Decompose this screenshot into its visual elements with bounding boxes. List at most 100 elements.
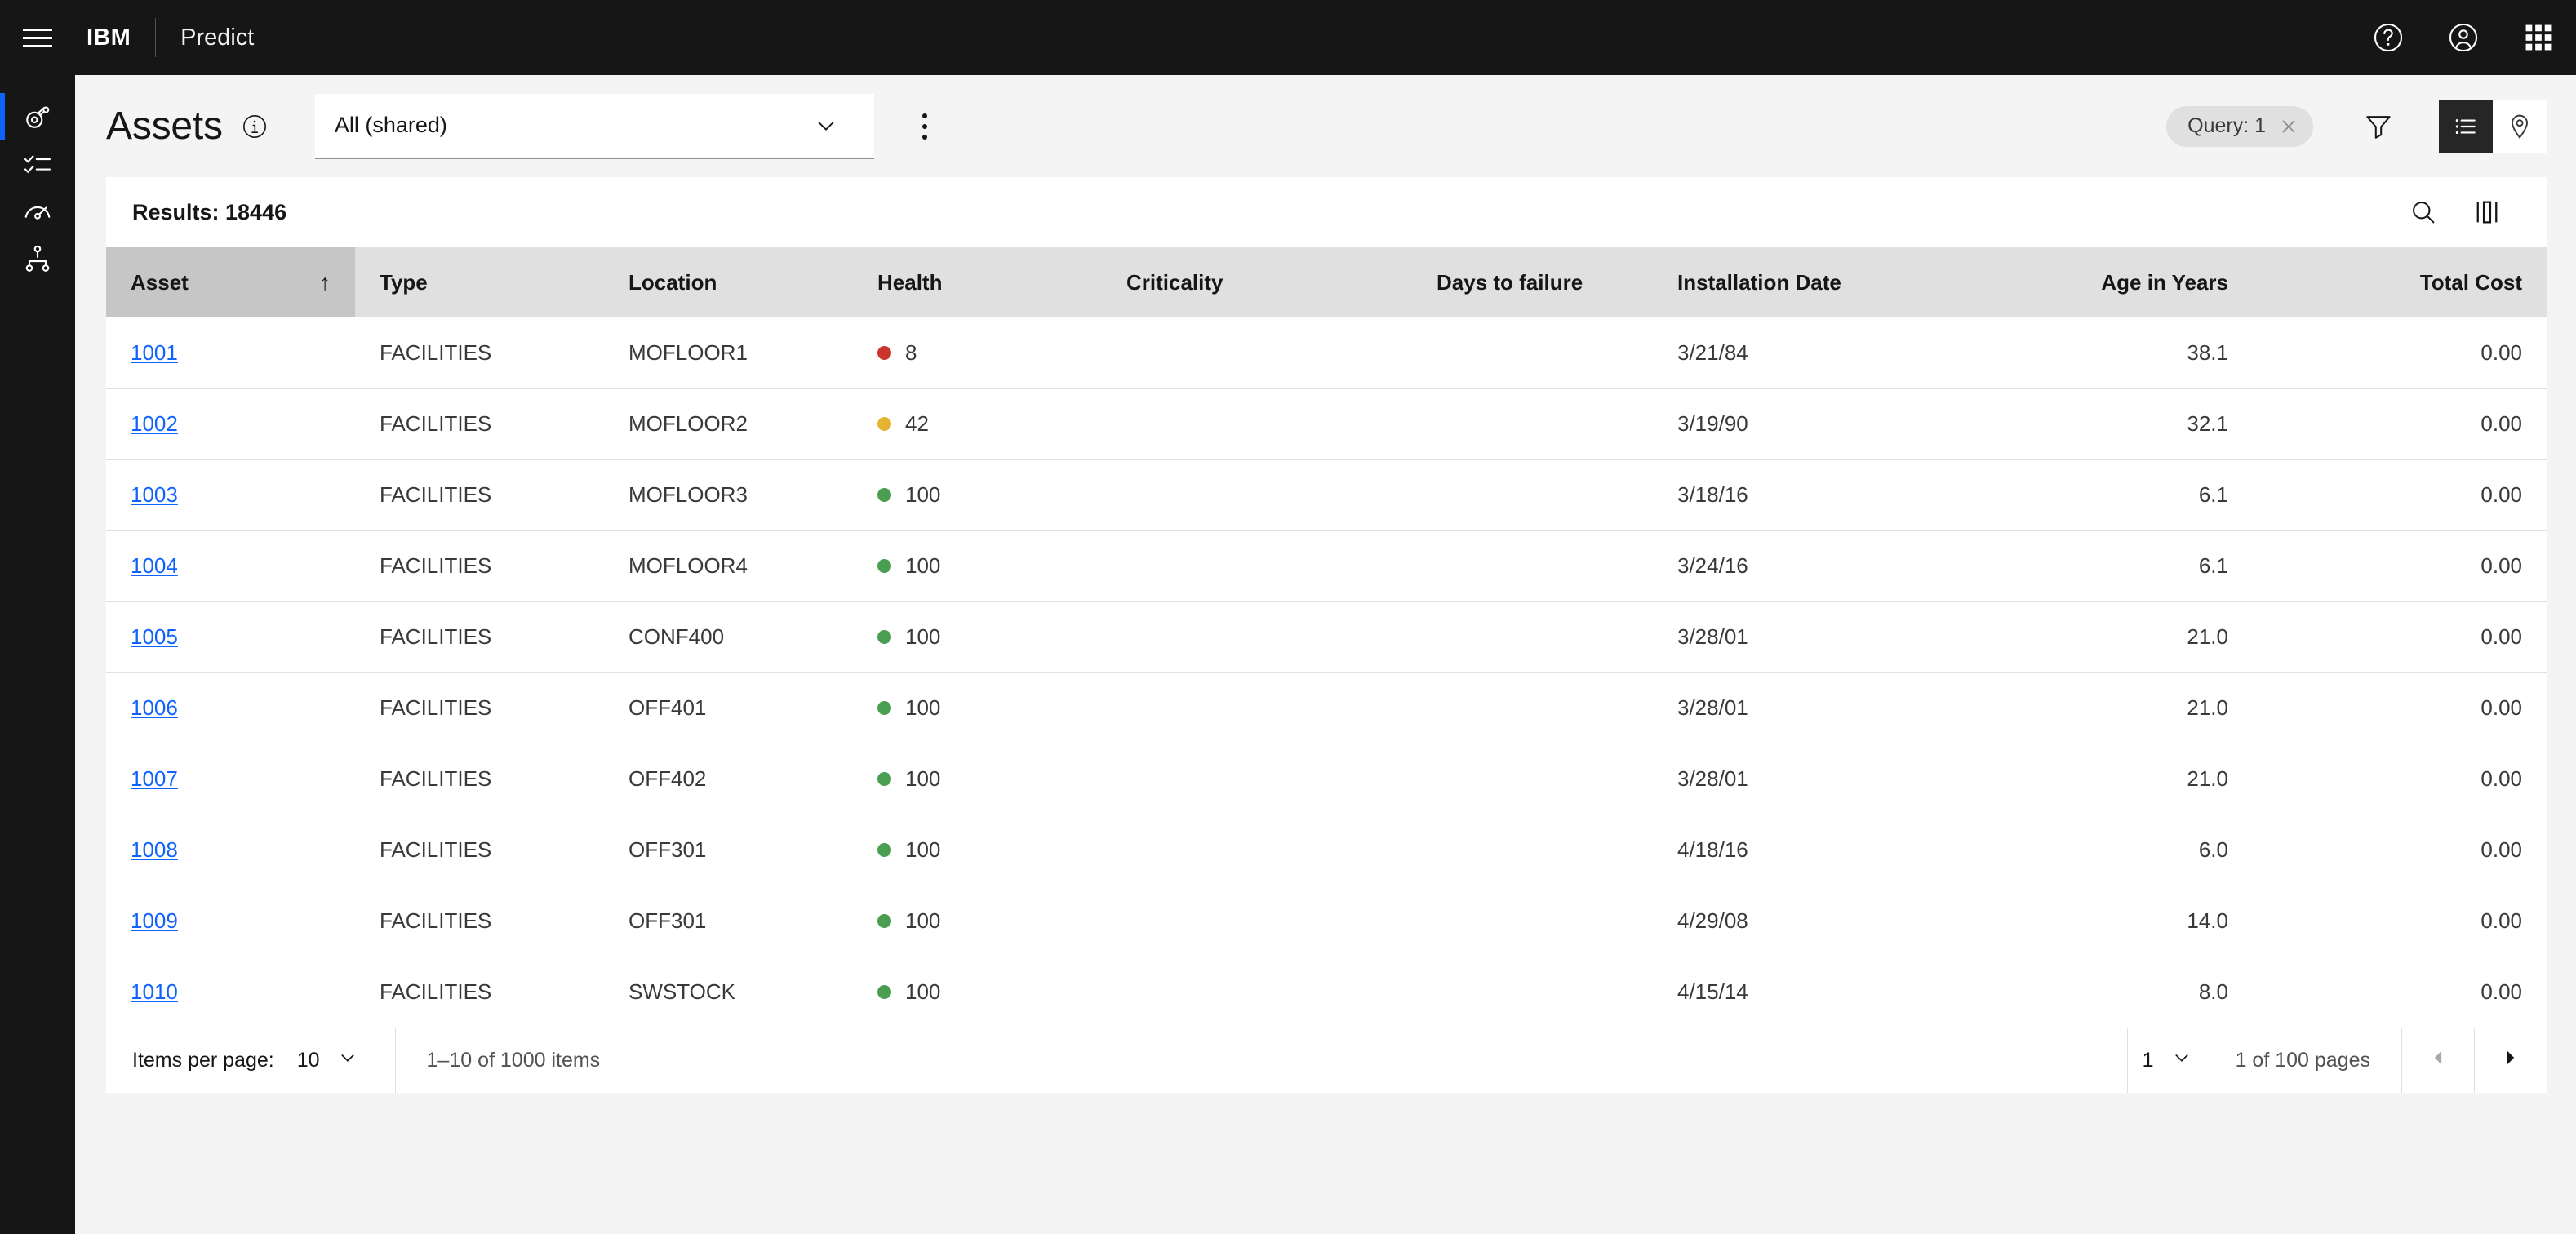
app-switcher-icon[interactable] bbox=[2501, 0, 2576, 75]
page-toolbar: Assets All (shared) Query: 1 bbox=[75, 75, 2576, 177]
help-circle-icon[interactable] bbox=[2351, 0, 2426, 75]
column-header-asset[interactable]: Asset ↑ bbox=[106, 247, 355, 317]
hamburger-menu-icon[interactable] bbox=[0, 0, 75, 75]
table-row[interactable]: 1004 FACILITIES MOFLOOR4 100 3/24/16 6.1 0.00 bbox=[106, 530, 2547, 602]
health-status-dot bbox=[877, 772, 891, 786]
column-header-installation-date[interactable]: Installation Date bbox=[1653, 247, 1967, 317]
card-header: Results: 18446 bbox=[106, 177, 2547, 247]
hamburger-bar bbox=[23, 36, 52, 39]
health-score: 100 bbox=[905, 908, 941, 933]
gauge-meter-icon bbox=[21, 195, 54, 228]
table-row[interactable]: 1009 FACILITIES OFF301 100 4/29/08 14.0 0.00 bbox=[106, 886, 2547, 957]
info-circle-icon[interactable] bbox=[241, 113, 269, 140]
cell-health: 100 bbox=[853, 744, 1102, 815]
table-row[interactable]: 1003 FACILITIES MOFLOOR3 100 3/18/16 6.1 0.00 bbox=[106, 459, 2547, 531]
column-header-type[interactable]: Type bbox=[355, 247, 604, 317]
left-nav-rail bbox=[0, 75, 75, 1234]
health-status-dot bbox=[877, 985, 891, 1000]
query-filter-tag[interactable]: Query: 1 bbox=[2166, 105, 2313, 147]
cell-days-to-failure bbox=[1412, 530, 1653, 602]
table-row[interactable]: 1005 FACILITIES CONF400 100 3/28/01 21.0 0.00 bbox=[106, 601, 2547, 673]
column-header-days-to-failure[interactable]: Days to failure bbox=[1412, 247, 1653, 317]
cell-type: FACILITIES bbox=[380, 979, 492, 1005]
next-page-button[interactable] bbox=[2475, 1028, 2547, 1093]
cell-days-to-failure bbox=[1412, 957, 1653, 1028]
view-select-value: All (shared) bbox=[334, 113, 447, 137]
pagination-bar: Items per page: 10 1–10 of 1000 items 1 … bbox=[106, 1028, 2547, 1093]
sidebar-item-work-orders[interactable] bbox=[0, 140, 75, 188]
assets-table: Asset ↑ Type Location Health Criticality Days … bbox=[106, 247, 2547, 1028]
close-icon[interactable] bbox=[2274, 112, 2303, 141]
asset-link[interactable]: 1010 bbox=[131, 979, 178, 1004]
health-score: 42 bbox=[905, 411, 929, 436]
asset-link[interactable]: 1001 bbox=[131, 340, 178, 365]
cell-installation-date: 4/29/08 bbox=[1653, 886, 1967, 957]
asset-link[interactable]: 1007 bbox=[131, 766, 178, 791]
hamburger-bar bbox=[23, 28, 52, 31]
asset-link[interactable]: 1004 bbox=[131, 553, 178, 578]
column-header-criticality[interactable]: Criticality bbox=[1102, 247, 1412, 317]
column-header-age-in-years[interactable]: Age in Years bbox=[1967, 247, 2253, 317]
column-header-label: Asset bbox=[131, 269, 189, 295]
table-body: 1001 FACILITIES MOFLOOR1 8 3/21/84 38.1 0.00 10… bbox=[106, 317, 2547, 1028]
table-row[interactable]: 1001 FACILITIES MOFLOOR1 8 3/21/84 38.1 0.00 bbox=[106, 317, 2547, 389]
cell-location: OFF402 bbox=[604, 744, 853, 815]
search-icon[interactable] bbox=[2392, 180, 2455, 244]
table-row[interactable]: 1006 FACILITIES OFF401 100 3/28/01 21.0 0.00 bbox=[106, 672, 2547, 744]
table-row[interactable]: 1010 FACILITIES SWSTOCK 100 4/15/14 8.0 0.00 bbox=[106, 957, 2547, 1028]
asset-link[interactable]: 1009 bbox=[131, 908, 178, 933]
column-header-label: Total Cost bbox=[2419, 269, 2522, 295]
cell-location: CONF400 bbox=[604, 601, 853, 673]
cell-days-to-failure bbox=[1412, 388, 1653, 460]
user-avatar-icon[interactable] bbox=[2426, 0, 2501, 75]
items-per-page-value: 10 bbox=[296, 1049, 320, 1072]
cell-age-in-years: 6.1 bbox=[1967, 459, 2253, 531]
table-row[interactable]: 1008 FACILITIES OFF301 100 4/18/16 6.0 0.00 bbox=[106, 815, 2547, 886]
list-view-icon[interactable] bbox=[2439, 99, 2493, 153]
cell-asset: 1001 bbox=[106, 317, 355, 389]
cell-asset: 1009 bbox=[106, 886, 355, 957]
cell-type: FACILITIES bbox=[355, 672, 604, 744]
health-score: 100 bbox=[905, 482, 941, 507]
sidebar-item-assets[interactable] bbox=[0, 93, 75, 140]
health-score: 100 bbox=[905, 979, 941, 1005]
asset-link[interactable]: 1005 bbox=[131, 624, 178, 649]
health-indicator: 100 bbox=[877, 908, 1077, 934]
column-header-total-cost[interactable]: Total Cost bbox=[2253, 247, 2547, 317]
asset-link[interactable]: 1008 bbox=[131, 837, 178, 862]
cell-health: 100 bbox=[853, 815, 1102, 886]
column-header-location[interactable]: Location bbox=[604, 247, 853, 317]
cell-asset: 1007 bbox=[106, 744, 355, 815]
table-row[interactable]: 1002 FACILITIES MOFLOOR2 42 3/19/90 32.1 0.00 bbox=[106, 388, 2547, 460]
overflow-menu-vertical-icon[interactable] bbox=[899, 100, 951, 153]
cell-health: 100 bbox=[853, 672, 1102, 744]
cell-age-in-years: 38.1 bbox=[1967, 317, 2253, 389]
cell-type: FACILITIES bbox=[355, 388, 604, 460]
asset-link[interactable]: 1006 bbox=[131, 695, 178, 720]
cell-age-in-years: 14.0 bbox=[1967, 886, 2253, 957]
sidebar-item-monitor[interactable] bbox=[0, 188, 75, 235]
sidebar-item-hierarchy[interactable] bbox=[0, 235, 75, 282]
overflow-dot bbox=[922, 113, 927, 118]
table-row[interactable]: 1007 FACILITIES OFF402 100 3/28/01 21.0 0.00 bbox=[106, 744, 2547, 815]
item-range-text: 1–10 of 1000 items bbox=[426, 1049, 601, 1072]
map-pin-icon[interactable] bbox=[2493, 99, 2547, 153]
view-select[interactable]: All (shared) bbox=[314, 93, 874, 159]
cell-total-cost: 0.00 bbox=[2253, 672, 2547, 744]
items-per-page-select[interactable]: 10 bbox=[282, 1028, 371, 1093]
cell-age-in-years: 32.1 bbox=[1967, 388, 2253, 460]
asset-link[interactable]: 1003 bbox=[131, 482, 178, 507]
page-title: Assets bbox=[106, 104, 223, 148]
column-header-health[interactable]: Health bbox=[853, 247, 1102, 317]
cell-age-in-years: 6.1 bbox=[1967, 530, 2253, 602]
filter-funnel-icon[interactable] bbox=[2352, 100, 2405, 153]
page-number-select[interactable]: 1 bbox=[2128, 1028, 2205, 1093]
asset-link[interactable]: 1002 bbox=[131, 411, 178, 436]
brand-ibm[interactable]: IBM bbox=[87, 24, 131, 51]
app-name[interactable]: Predict bbox=[180, 24, 254, 51]
cell-health: 100 bbox=[853, 957, 1102, 1028]
page-number-value: 1 bbox=[2142, 1049, 2154, 1072]
previous-page-button[interactable] bbox=[2402, 1028, 2474, 1093]
column-settings-icon[interactable] bbox=[2455, 180, 2519, 244]
cell-days-to-failure bbox=[1412, 672, 1653, 744]
